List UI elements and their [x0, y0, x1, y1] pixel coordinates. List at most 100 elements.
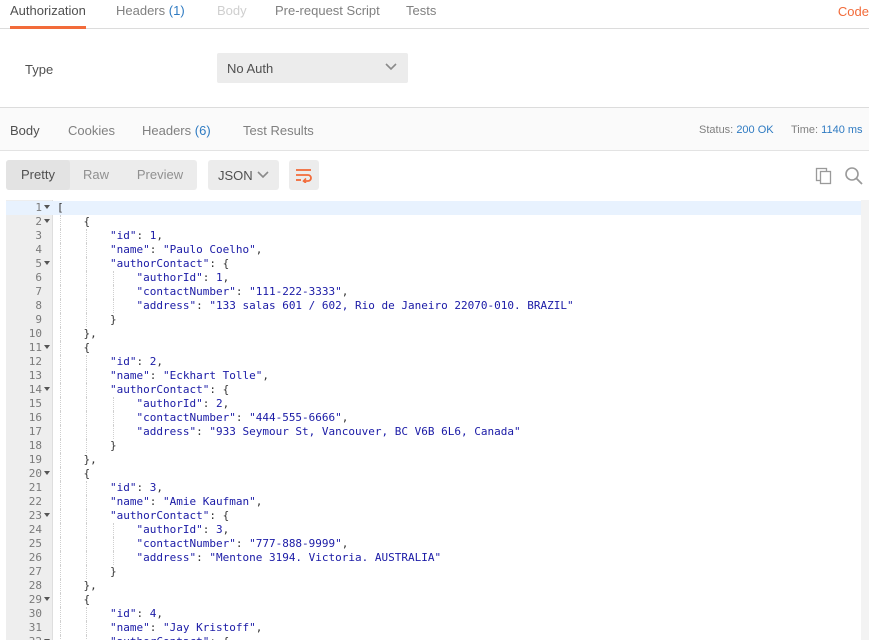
fold-toggle-icon[interactable]	[44, 471, 50, 475]
code-line: 6 "authorId": 1,	[6, 271, 869, 285]
tab-body[interactable]: Body	[217, 0, 247, 26]
tab-label: Headers	[116, 3, 166, 18]
line-number: 6	[35, 271, 42, 284]
fold-toggle-icon[interactable]	[44, 261, 50, 265]
line-number: 5	[35, 257, 42, 270]
line-number: 19	[28, 453, 42, 466]
code-line: 8 "address": "133 salas 601 / 602, Rio d…	[6, 299, 869, 313]
line-number: 2	[35, 215, 42, 228]
code-line: 32 "authorContact": {	[6, 635, 869, 640]
code-line: 20 {	[6, 467, 869, 481]
code-text: "id": 3,	[109, 481, 163, 494]
fold-toggle-icon[interactable]	[44, 219, 50, 223]
code-line: 12 "id": 2,	[6, 355, 869, 369]
tab-response-body[interactable]: Body	[10, 108, 40, 148]
view-preview-button[interactable]: Preview	[128, 160, 192, 190]
tab-tests[interactable]: Tests	[406, 0, 436, 26]
fold-toggle-icon[interactable]	[44, 205, 50, 209]
tab-label: Body	[10, 123, 40, 138]
line-number: 18	[28, 439, 42, 452]
tab-headers[interactable]: Headers (1)	[116, 0, 185, 26]
code-line: 10 },	[6, 327, 869, 341]
code-line: 23 "authorContact": {	[6, 509, 869, 523]
code-line: 27 }	[6, 565, 869, 579]
code-line: 29 {	[6, 593, 869, 607]
line-number: 32	[6, 635, 42, 640]
code-text: "id": 2,	[109, 355, 163, 368]
vertical-scrollbar[interactable]	[861, 200, 869, 640]
auth-type-select[interactable]: No Auth	[217, 53, 408, 83]
search-icon[interactable]	[844, 166, 864, 186]
request-tabs: Authorization Headers (1) Body Pre-reque…	[0, 0, 869, 29]
code-text: "authorId": 1,	[136, 271, 230, 284]
line-number: 17	[28, 425, 42, 438]
code-text: {	[57, 341, 91, 354]
view-pretty-button[interactable]: Pretty	[6, 160, 70, 190]
tab-pre-request-script[interactable]: Pre-request Script	[275, 0, 380, 26]
fold-toggle-icon[interactable]	[44, 513, 50, 517]
fold-toggle-icon[interactable]	[44, 345, 50, 349]
copy-icon[interactable]	[815, 167, 833, 185]
code-text: "authorContact": {	[109, 257, 230, 270]
code-text: "authorContact": {	[109, 383, 230, 396]
code-line: 3 "id": 1,	[6, 229, 869, 243]
code-line: 31 "name": "Jay Kristoff",	[6, 621, 869, 635]
format-select[interactable]: JSON	[208, 160, 279, 190]
code-link[interactable]: Code	[838, 4, 869, 19]
wrap-lines-button[interactable]	[289, 160, 319, 190]
code-line: 24 "authorId": 3,	[6, 523, 869, 537]
code-line: 1[	[6, 201, 869, 215]
code-text: "authorId": 2,	[136, 397, 230, 410]
code-text: "name": "Amie Kaufman",	[109, 495, 263, 508]
code-text: "address": "133 salas 601 / 602, Rio de …	[136, 299, 574, 312]
tab-label: Pre-request Script	[275, 3, 380, 18]
code-line: 22 "name": "Amie Kaufman",	[6, 495, 869, 509]
line-number: 24	[28, 523, 42, 536]
response-body-editor[interactable]: 1[2 {3 "id": 1, 4 "name": "Paulo Coelho",…	[6, 200, 869, 640]
code-line: 5 "authorContact": {	[6, 257, 869, 271]
code-line: 28 },	[6, 579, 869, 593]
code-text: },	[57, 579, 97, 592]
tab-label: Authorization	[10, 3, 86, 18]
line-number: 30	[28, 607, 42, 620]
tab-label: Test Results	[243, 123, 314, 138]
tab-cookies[interactable]: Cookies	[68, 108, 115, 148]
code-text: "authorContact": {	[57, 635, 229, 640]
line-number: 26	[28, 551, 42, 564]
code-text: "name": "Eckhart Tolle",	[109, 369, 269, 382]
code-line: 18 }	[6, 439, 869, 453]
tab-authorization[interactable]: Authorization	[10, 0, 86, 29]
line-number: 20	[28, 467, 42, 480]
line-number: 11	[28, 341, 42, 354]
code-line: 11 {	[6, 341, 869, 355]
fold-toggle-icon[interactable]	[44, 387, 50, 391]
tab-test-results[interactable]: Test Results	[243, 108, 314, 148]
line-number: 12	[28, 355, 42, 368]
view-raw-button[interactable]: Raw	[70, 160, 122, 190]
code-text: [	[57, 201, 64, 214]
tab-response-headers[interactable]: Headers (6)	[142, 108, 211, 148]
code-text: {	[57, 593, 91, 606]
code-text: "contactNumber": "777-888-9999",	[136, 537, 349, 550]
tab-label: Headers	[142, 123, 192, 138]
line-number: 13	[28, 369, 42, 382]
code-line: 17 "address": "933 Seymour St, Vancouver…	[6, 425, 869, 439]
code-text: "authorContact": {	[109, 509, 230, 522]
auth-type-value: No Auth	[227, 61, 274, 76]
line-number: 25	[28, 537, 42, 550]
code-text: "contactNumber": "111-222-3333",	[136, 285, 349, 298]
line-number: 29	[28, 593, 42, 606]
code-line: 19 },	[6, 453, 869, 467]
fold-toggle-icon[interactable]	[44, 597, 50, 601]
status-value: 200 OK	[736, 124, 774, 136]
code-line: 4 "name": "Paulo Coelho",	[6, 243, 869, 257]
line-number: 7	[35, 285, 42, 298]
code-line: 21 "id": 3,	[6, 481, 869, 495]
code-text: },	[57, 327, 97, 340]
view-mode-group: Pretty Raw Preview	[6, 160, 197, 190]
tab-count: (1)	[168, 3, 185, 18]
line-number: 15	[28, 397, 42, 410]
line-number: 28	[28, 579, 42, 592]
code-text: "id": 1,	[109, 229, 163, 242]
code-text: {	[57, 467, 91, 480]
